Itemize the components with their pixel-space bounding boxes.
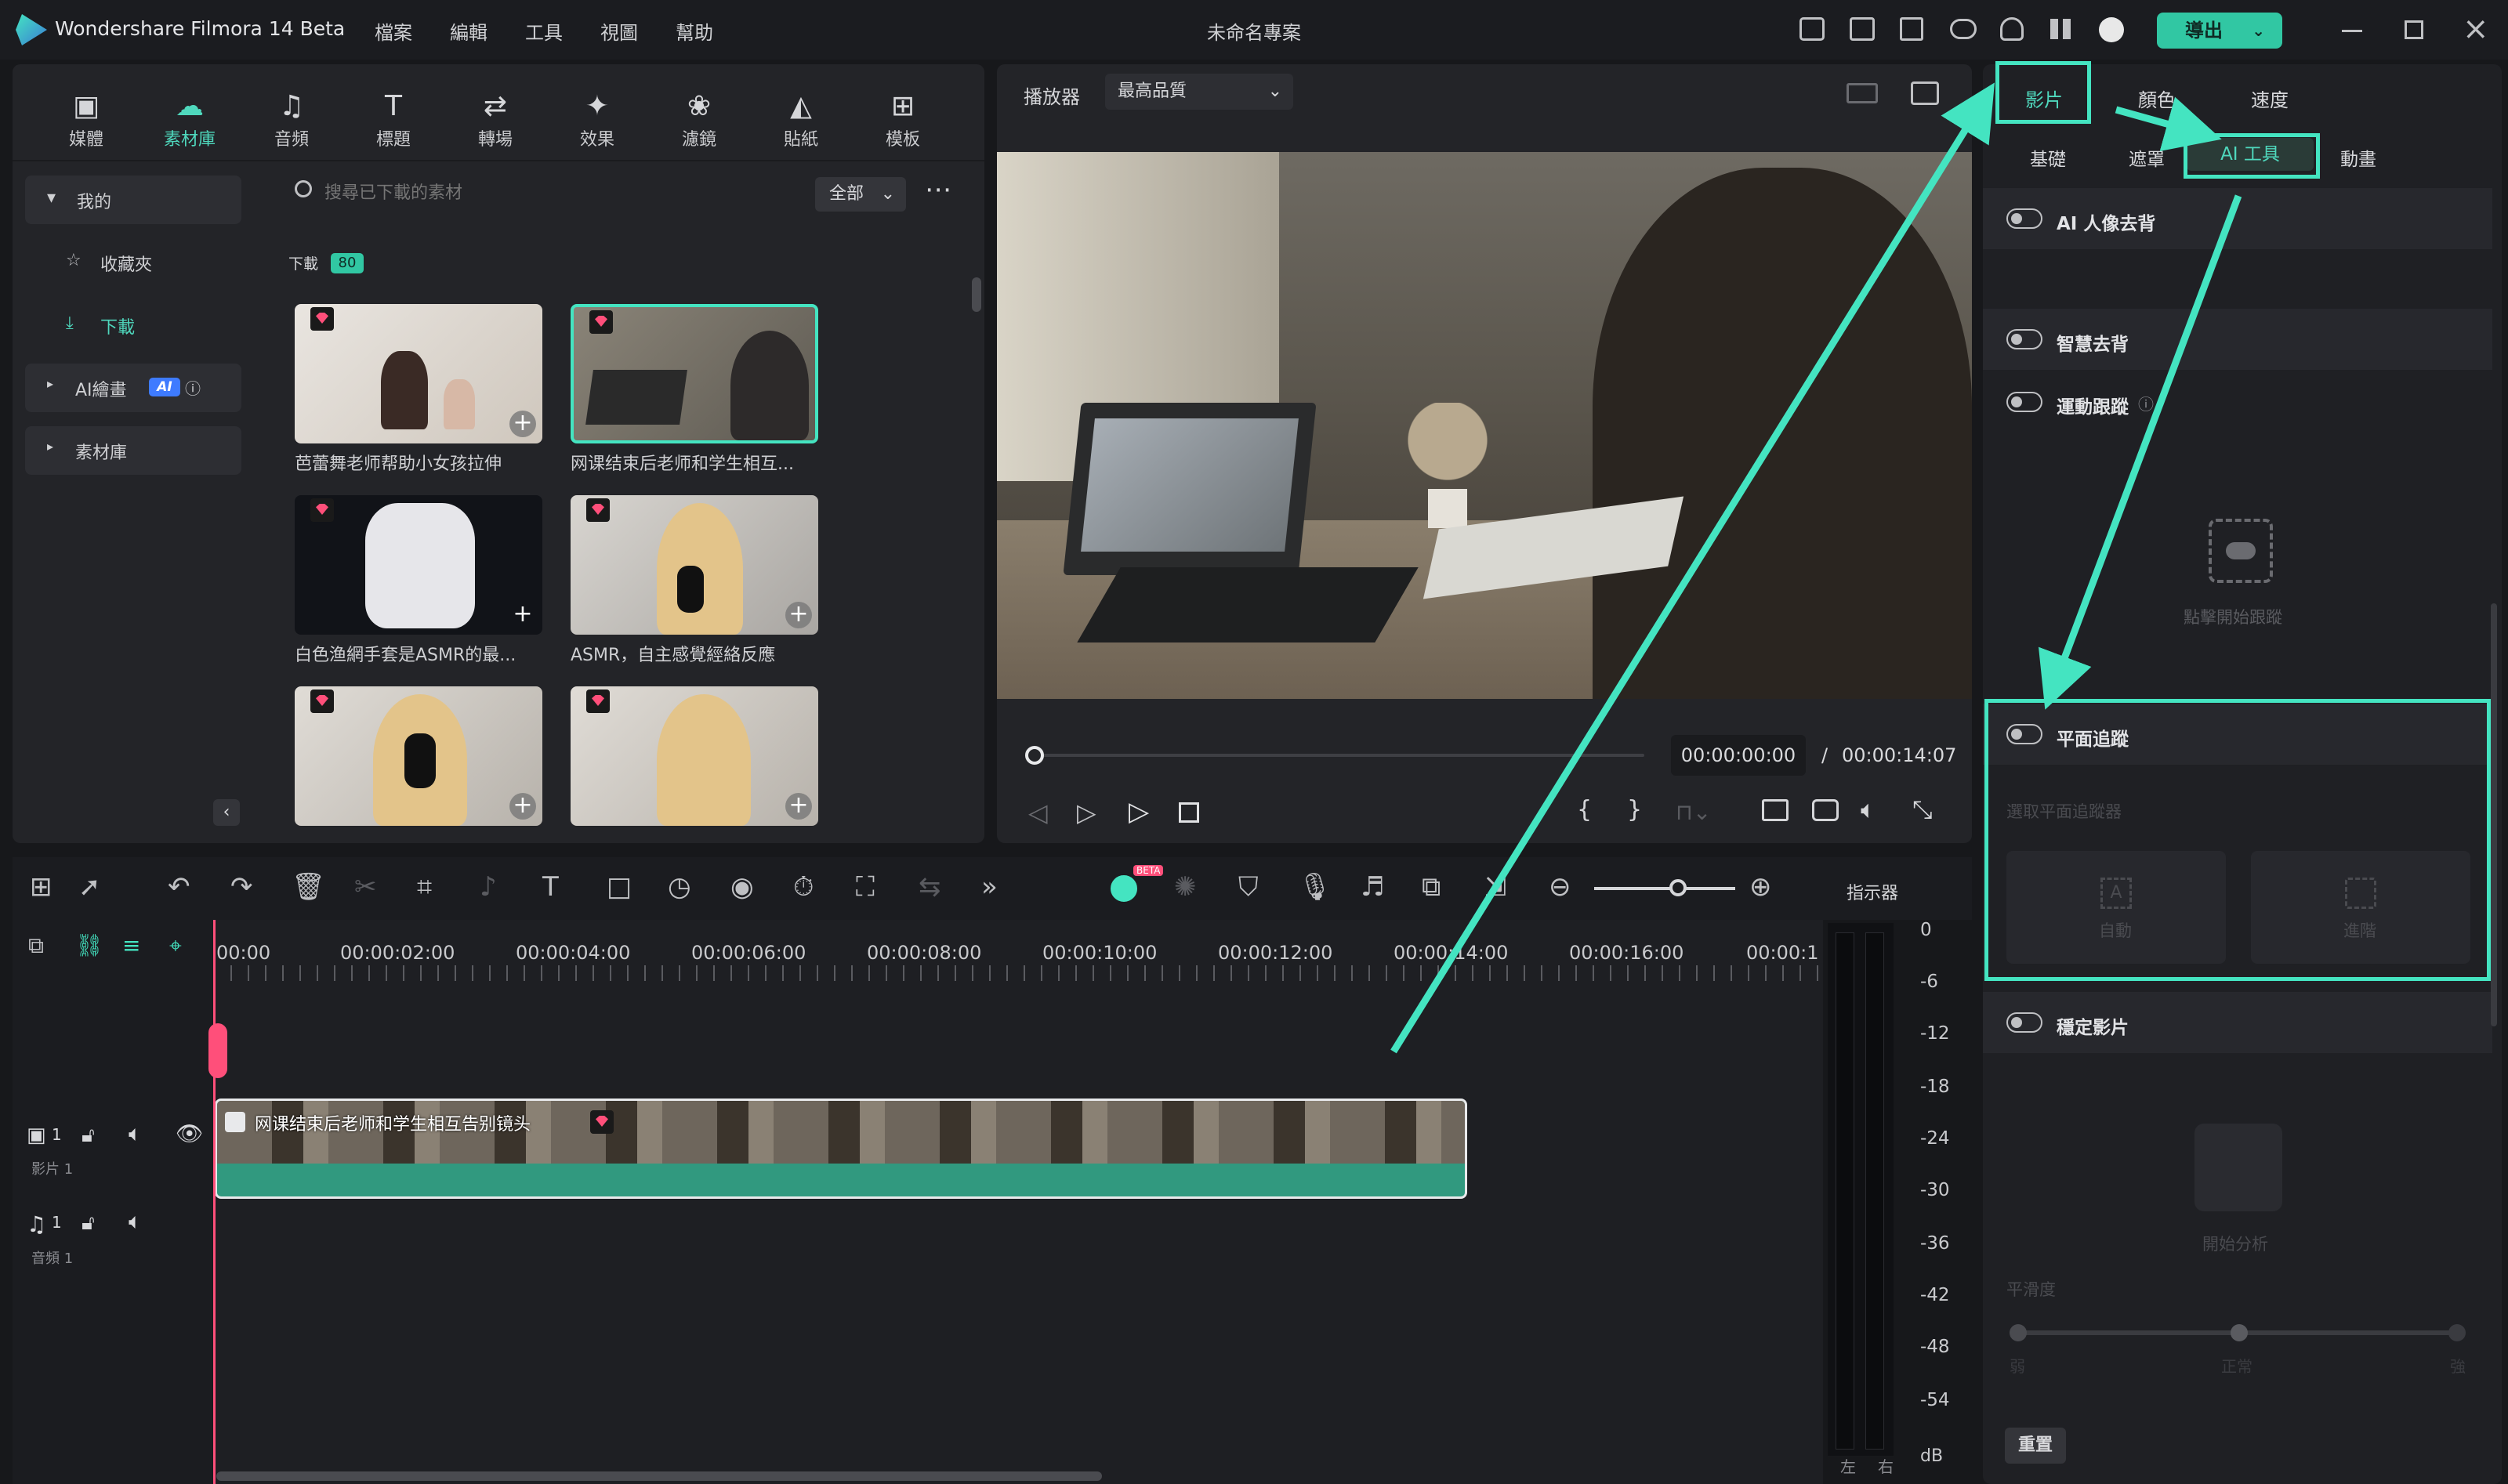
arrow-to-video-tab xyxy=(1390,82,1995,1054)
arrow-to-ai-tools xyxy=(2115,96,2222,151)
arrow-to-planar xyxy=(2038,194,2242,710)
annotation-arrows xyxy=(1390,82,2242,1054)
